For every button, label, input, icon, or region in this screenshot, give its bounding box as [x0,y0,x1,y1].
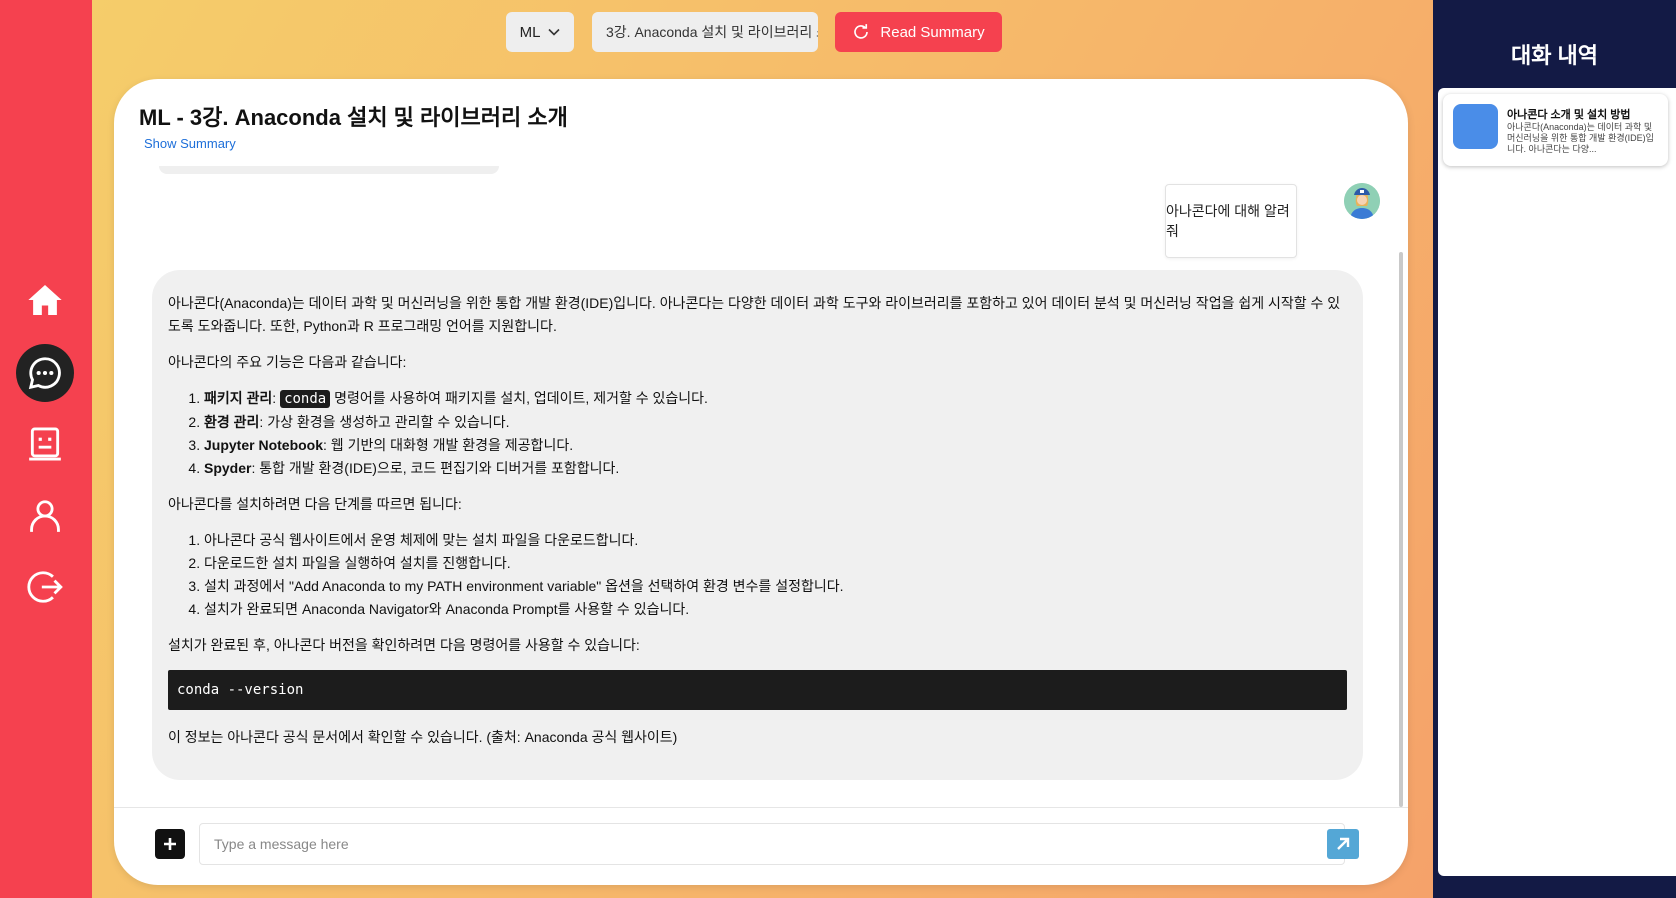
message-input[interactable] [199,823,1345,865]
nav-profile[interactable] [16,487,74,545]
chat-card: ML - 3강. Anaconda 설치 및 라이브러리 소개 Show Sum… [114,79,1408,885]
show-summary-link[interactable]: Show Summary [144,136,236,151]
source-note: 이 정보는 아나콘다 공식 문서에서 확인할 수 있습니다. (출처: Anac… [168,729,678,745]
left-nav [0,0,92,898]
logout-icon [27,571,63,603]
list-item: 설치 과정에서 "Add Anaconda to my PATH environ… [204,575,1347,598]
feature-desc: : 통합 개발 환경(IDE)으로, 코드 편집기와 디버거를 포함합니다. [251,460,620,476]
avatar-icon [1344,183,1380,219]
user-icon [30,500,60,532]
page-title: ML - 3강. Anaconda 설치 및 라이브러리 소개 [139,105,568,130]
subject-select-value: ML [519,23,541,41]
assistant-intro: 아나콘다(Anaconda)는 데이터 과학 및 머신러닝을 위한 통합 개발 … [168,295,1341,334]
list-item: Jupyter Notebook: 웹 기반의 대화형 개발 환경을 제공합니다… [204,434,1347,457]
feature-desc: 명령어를 사용하여 패키지를 설치, 업데이트, 제거할 수 있습니다. [330,390,708,406]
chevron-down-icon [548,28,560,36]
chat-icon [28,357,61,390]
feature-desc: : 가상 환경을 생성하고 관리할 수 있습니다. [259,414,510,430]
user-message: 아나콘다에 대해 알려줘 [1165,184,1297,258]
list-item: 패키지 관리: conda 명령어를 사용하여 패키지를 설치, 업데이트, 제… [204,387,1347,411]
nav-logout[interactable] [16,558,74,616]
nav-chat[interactable] [16,344,74,402]
install-heading: 아나콘다를 설치하려면 다음 단계를 따르면 됩니다: [168,496,462,512]
read-summary-button[interactable]: Read Summary [835,12,1002,52]
features-list: 패키지 관리: conda 명령어를 사용하여 패키지를 설치, 업데이트, 제… [204,387,1347,480]
history-item-title: 아나콘다 소개 및 설치 방법 [1507,109,1631,121]
list-item: 환경 관리: 가상 환경을 생성하고 관리할 수 있습니다. [204,411,1347,434]
plus-icon [164,838,176,850]
list-item: 다운로드한 설치 파일을 실행하여 설치를 진행합니다. [204,552,1347,575]
refresh-icon [854,24,869,39]
user-message-text: 아나콘다에 대해 알려줘 [1166,203,1290,239]
robot-icon [29,427,61,461]
chat-scrollbar[interactable] [1399,252,1403,807]
history-item-preview: 아나콘다(Anaconda)는 데이터 과학 및 머신러닝을 위한 통합 개발 … [1507,122,1654,154]
feature-desc: : 웹 기반의 대화형 개발 환경을 제공합니다. [323,437,574,453]
list-item: 설치가 완료되면 Anaconda Navigator와 Anaconda Pr… [204,598,1347,621]
feature-term: 환경 관리 [204,414,260,430]
install-steps-list: 아나콘다 공식 웹사이트에서 운영 체제에 맞는 설치 파일을 다운로드합니다.… [204,529,1347,621]
lecture-select-value: 3강. Anaconda 설치 및 라이브러리 소개 [606,24,818,40]
nav-bot[interactable] [16,415,74,473]
feature-term: Jupyter Notebook [204,437,324,453]
attach-button[interactable] [155,829,185,859]
feature-term: Spyder [204,460,252,476]
conversation-thumbnail [1453,104,1498,149]
input-divider [114,807,1408,808]
send-button[interactable] [1327,829,1359,859]
history-list: 아나콘다 소개 및 설치 방법 아나콘다(Anaconda)는 데이터 과학 및… [1438,88,1676,876]
nav-home[interactable] [16,271,74,329]
history-panel: 대화 내역 아나콘다 소개 및 설치 방법 아나콘다(Anaconda)는 데이… [1433,0,1676,898]
feature-term: 패키지 관리 [204,390,273,406]
lecture-select[interactable]: 3강. Anaconda 설치 및 라이브러리 소개 [592,12,818,52]
list-item: 아나콘다 공식 웹사이트에서 운영 체제에 맞는 설치 파일을 다운로드합니다. [204,529,1347,552]
send-arrow-icon [1337,837,1350,850]
version-heading: 설치가 완료된 후, 아나콘다 버전을 확인하려면 다음 명령어를 사용할 수 … [168,637,640,653]
avatar [1344,183,1380,219]
inline-code: conda [280,390,331,408]
code-block: conda --version [168,670,1347,710]
history-item[interactable]: 아나콘다 소개 및 설치 방법 아나콘다(Anaconda)는 데이터 과학 및… [1443,94,1668,166]
subject-select[interactable]: ML [506,12,574,52]
read-summary-label: Read Summary [880,23,985,41]
home-icon [28,284,62,316]
assistant-message: 아나콘다(Anaconda)는 데이터 과학 및 머신러닝을 위한 통합 개발 … [152,270,1363,780]
features-heading: 아나콘다의 주요 기능은 다음과 같습니다: [168,354,407,370]
list-item: Spyder: 통합 개발 환경(IDE)으로, 코드 편집기와 디버거를 포함… [204,457,1347,480]
previous-message-stub [159,166,499,174]
history-title: 대화 내역 [1510,43,1599,68]
